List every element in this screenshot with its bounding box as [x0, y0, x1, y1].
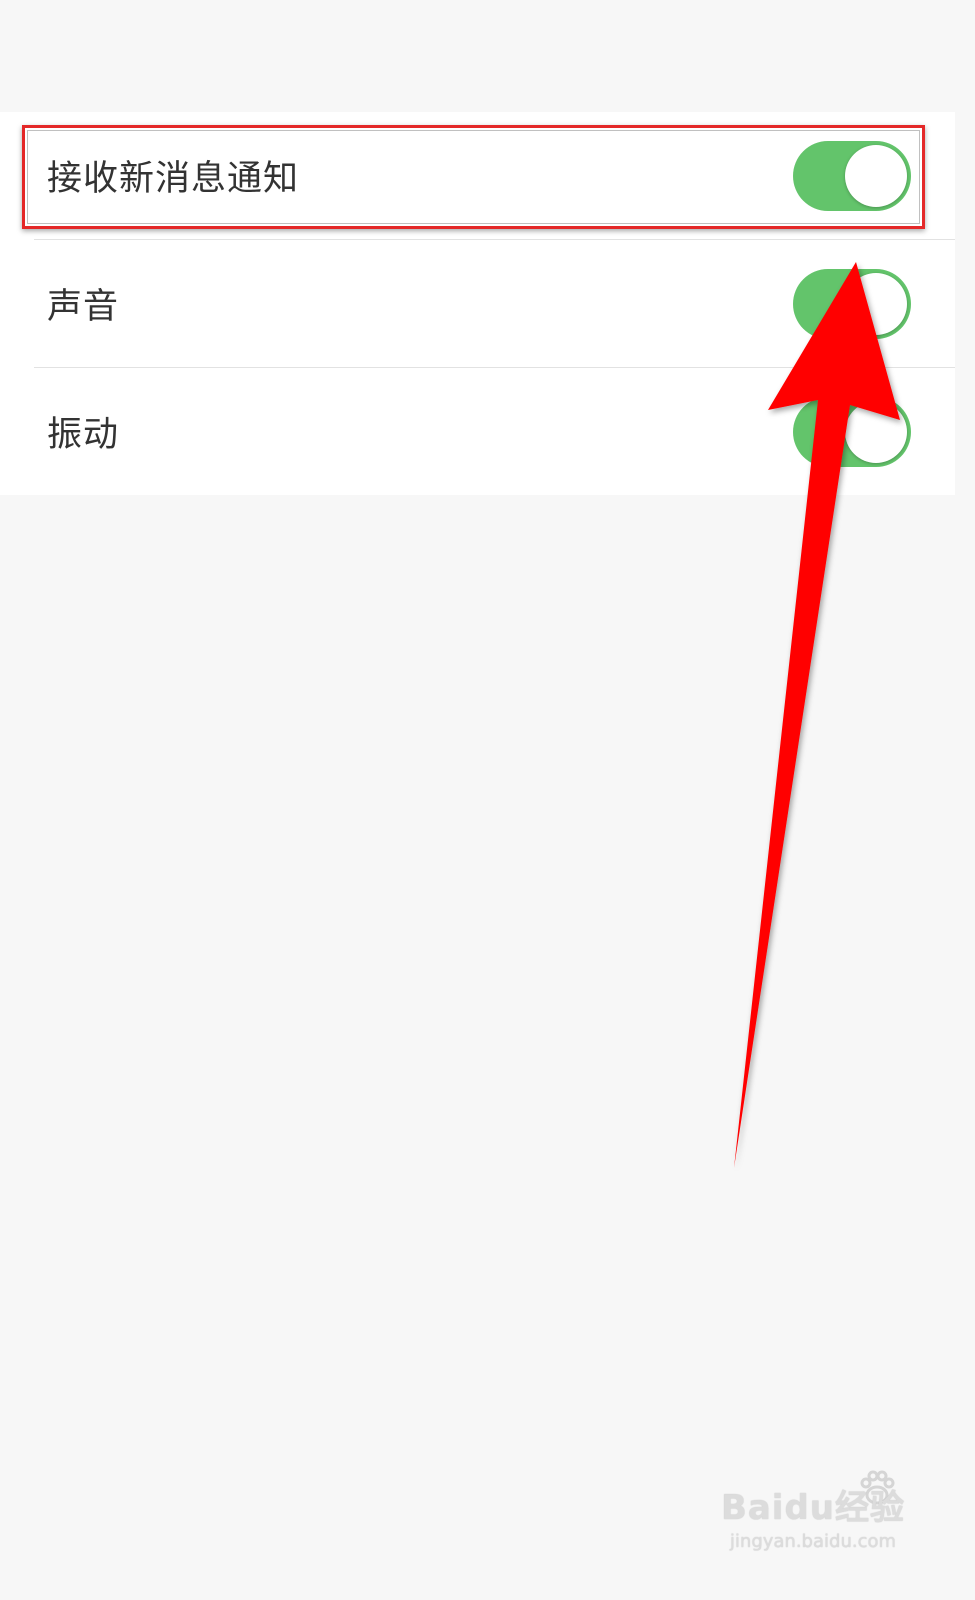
toggle-knob — [845, 400, 907, 463]
watermark-url: jingyan.baidu.com — [729, 1531, 897, 1552]
toggle-knob — [845, 144, 907, 207]
baidu-jingyan-watermark: Baidu经验 jingyan.baidu.com — [721, 1480, 905, 1552]
setting-row-vibration[interactable]: 振动 — [34, 367, 955, 495]
setting-label: 接收新消息通知 — [47, 159, 300, 199]
notification-settings-list: 接收新消息通知 声音 振动 — [0, 112, 955, 495]
setting-row-new-message-notification[interactable]: 接收新消息通知 — [0, 112, 955, 239]
vibration-toggle[interactable] — [793, 396, 911, 467]
new-message-notification-toggle[interactable] — [793, 140, 911, 211]
watermark-brand: Baidu经验 — [720, 1488, 905, 1528]
setting-label: 振动 — [47, 415, 120, 455]
setting-row-sound[interactable]: 声音 — [34, 239, 955, 367]
toggle-knob — [845, 272, 907, 335]
setting-label: 声音 — [47, 287, 120, 327]
sound-toggle[interactable] — [793, 268, 911, 339]
